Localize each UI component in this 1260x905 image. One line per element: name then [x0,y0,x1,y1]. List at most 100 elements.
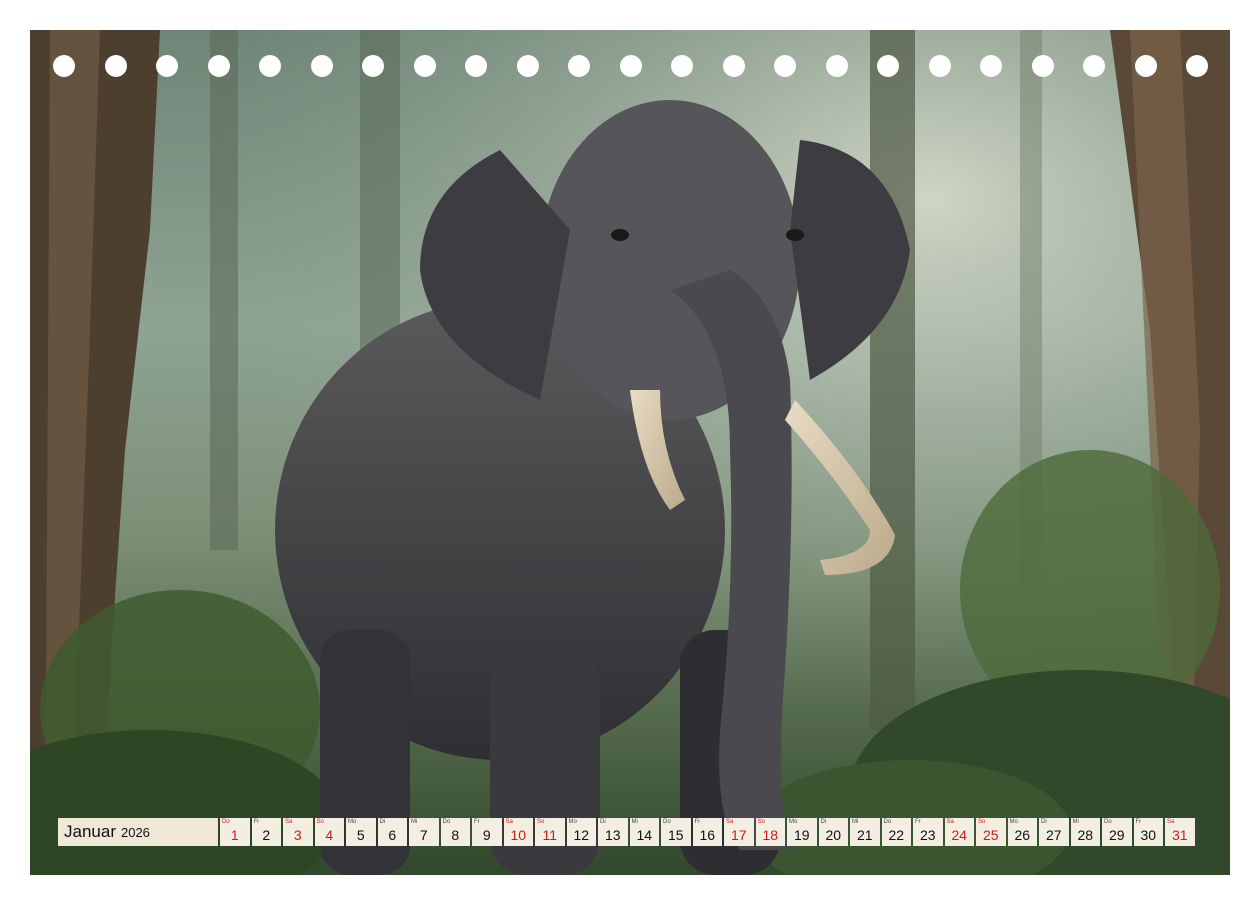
weekday-label: Do [442,819,451,825]
weekday-label: Fr [694,819,701,825]
day-cell: Fr 9 [472,818,502,846]
day-number: 1 [230,827,239,843]
day-cell: Mo 12 [566,818,596,846]
day-number: 22 [888,827,905,843]
day-number: 2 [262,827,271,843]
weekday-label: Mi [852,819,859,825]
weekday-label: Do [663,819,671,825]
day-cell: Mo 5 [346,818,376,846]
month-label: Januar 2026 [58,818,218,846]
binding-hole [980,55,1002,77]
day-number: 18 [762,827,779,843]
binding-hole [774,55,796,77]
month-name: Januar [64,822,116,841]
binding-hole [722,55,745,77]
spiral-binding-holes [30,55,1230,79]
binding-hole [259,55,281,77]
weekday-label: Fr [915,819,921,825]
day-cell: Di 6 [377,818,407,846]
day-cell: Sa 31 [1165,818,1195,846]
day-number: 3 [293,827,302,843]
weekday-label: So [757,819,765,825]
binding-hole [1134,55,1157,77]
day-number: 25 [982,827,999,843]
weekday-label: Sa [726,819,734,825]
day-cell: Sa 17 [724,818,754,846]
elephant-photo [30,30,1230,875]
day-number: 13 [604,827,621,843]
day-cell: Di 27 [1039,818,1069,846]
weekday-label: Di [1041,819,1047,825]
weekday-label: Do [883,819,892,825]
weekday-label: So [537,819,545,825]
binding-hole [671,55,693,77]
binding-hole [207,55,230,77]
day-number: 19 [793,827,810,843]
binding-hole [516,55,539,77]
day-cell: So 25 [976,818,1006,846]
binding-hole [1186,55,1208,77]
year: 2026 [120,824,150,840]
day-cell: Do 15 [661,818,691,846]
day-number: 31 [1171,827,1188,843]
binding-hole [928,55,951,77]
binding-hole [310,55,333,77]
calendar-strip: Januar 2026 Do 1 Fr 2 Sa 3 So 4 Mo 5 Di 6 Mi 7 Do 8 Fr 9 S… [58,818,1197,848]
binding-hole [53,55,75,77]
weekday-label: So [978,819,986,825]
day-number: 17 [730,827,747,843]
day-cell: Do 8 [440,818,470,846]
binding-hole [568,55,590,77]
jungle-elephant-illustration [30,30,1230,875]
weekday-label: Sa [285,819,293,825]
weekday-label: Fr [1135,819,1142,825]
day-cell: Fr 30 [1133,818,1163,846]
day-cell: Sa 3 [283,818,313,846]
day-cell: Mi 28 [1070,818,1100,846]
weekday-label: Di [600,819,606,825]
weekday-label: So [316,819,324,825]
binding-hole [413,55,436,77]
day-cell: Fr 2 [251,818,281,846]
day-number: 6 [388,827,397,843]
binding-hole [825,55,848,77]
day-number: 16 [699,827,716,843]
day-number: 21 [856,827,873,843]
weekday-label: Do [222,819,230,825]
weekday-label: Mo [348,819,357,825]
day-cell: Mo 26 [1007,818,1037,846]
day-cell: Sa 10 [503,818,533,846]
day-cell: Sa 24 [944,818,974,846]
day-number: 29 [1108,827,1125,843]
day-cell: Mo 19 [787,818,817,846]
weekday-label: Di [820,819,827,825]
day-cell: Do 1 [220,818,250,846]
day-number: 26 [1014,827,1031,843]
weekday-label: Do [1104,819,1112,825]
day-number: 23 [919,827,936,843]
weekday-label: Mo [568,819,577,825]
day-number: 27 [1045,827,1062,843]
weekday-label: Mi [1072,819,1079,825]
day-number: 20 [825,827,842,843]
day-cell: Fr 16 [692,818,722,846]
binding-hole [877,55,899,77]
day-number: 11 [542,827,558,843]
day-cell: Do 22 [881,818,911,846]
weekday-label: Sa [1167,819,1175,825]
weekday-label: Fr [253,819,260,825]
day-number: 14 [636,827,653,843]
day-cell: Di 20 [818,818,848,846]
day-cell: Di 13 [598,818,628,846]
day-number: 15 [667,827,684,843]
weekday-label: Mi [631,819,638,825]
day-cell: So 18 [755,818,785,846]
binding-hole [156,55,178,77]
day-number: 4 [325,827,334,843]
day-cell: Do 29 [1102,818,1132,846]
day-number: 8 [451,827,460,843]
binding-hole [1031,55,1054,77]
day-number: 30 [1140,827,1157,843]
day-number: 9 [482,827,491,843]
binding-hole [1083,55,1105,77]
